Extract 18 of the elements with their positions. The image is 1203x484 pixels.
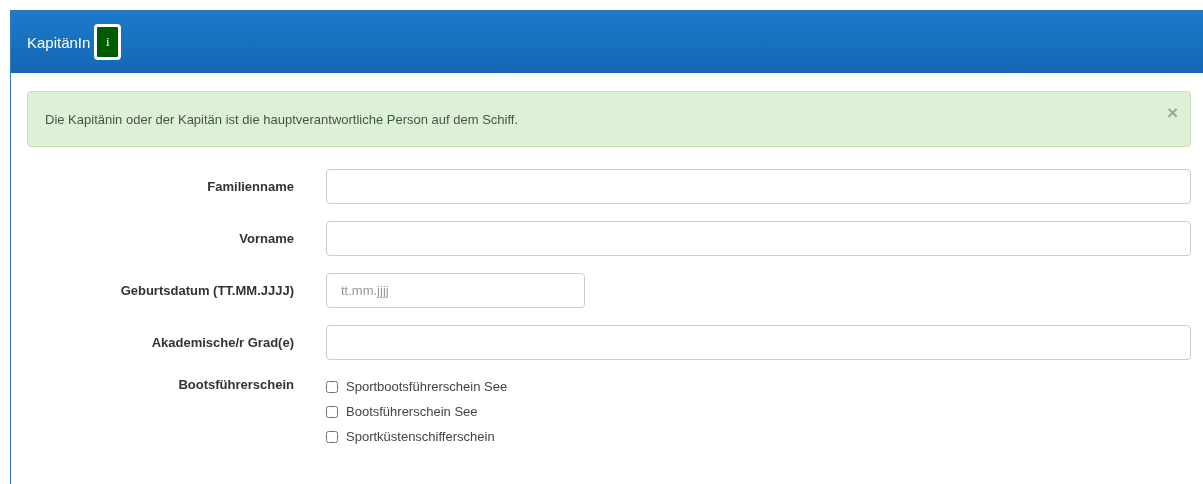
field-label: Geburtsdatum (TT.MM.JJJJ)	[119, 283, 294, 298]
panel-title: KapitänIn	[27, 33, 91, 51]
input-field[interactable]	[326, 325, 1191, 360]
checkbox-label: Sportküstenschifferschein	[346, 429, 495, 444]
field-label: Bootsführerschein	[177, 377, 294, 392]
checkbox-label: Sportbootsführerschein See	[346, 379, 508, 394]
date-field[interactable]: tt.mm.jjjj	[326, 273, 585, 308]
checkbox-label: Bootsführerschein See	[346, 404, 478, 419]
field-label: Akademische/r Grad(e)	[150, 335, 294, 350]
checkbox[interactable]	[326, 430, 338, 443]
field-label: Familienname	[206, 179, 294, 194]
checkbox[interactable]	[326, 405, 338, 418]
input-field[interactable]	[326, 169, 1191, 204]
info-badge[interactable]: i	[94, 24, 122, 60]
checkbox[interactable]	[326, 380, 338, 393]
alert-text: Die Kapitänin oder der Kapitän ist die hauptverantwortliche Person auf dem Schiff.	[45, 111, 519, 127]
input-field[interactable]	[326, 221, 1191, 256]
field-label: Vorname	[238, 231, 294, 246]
